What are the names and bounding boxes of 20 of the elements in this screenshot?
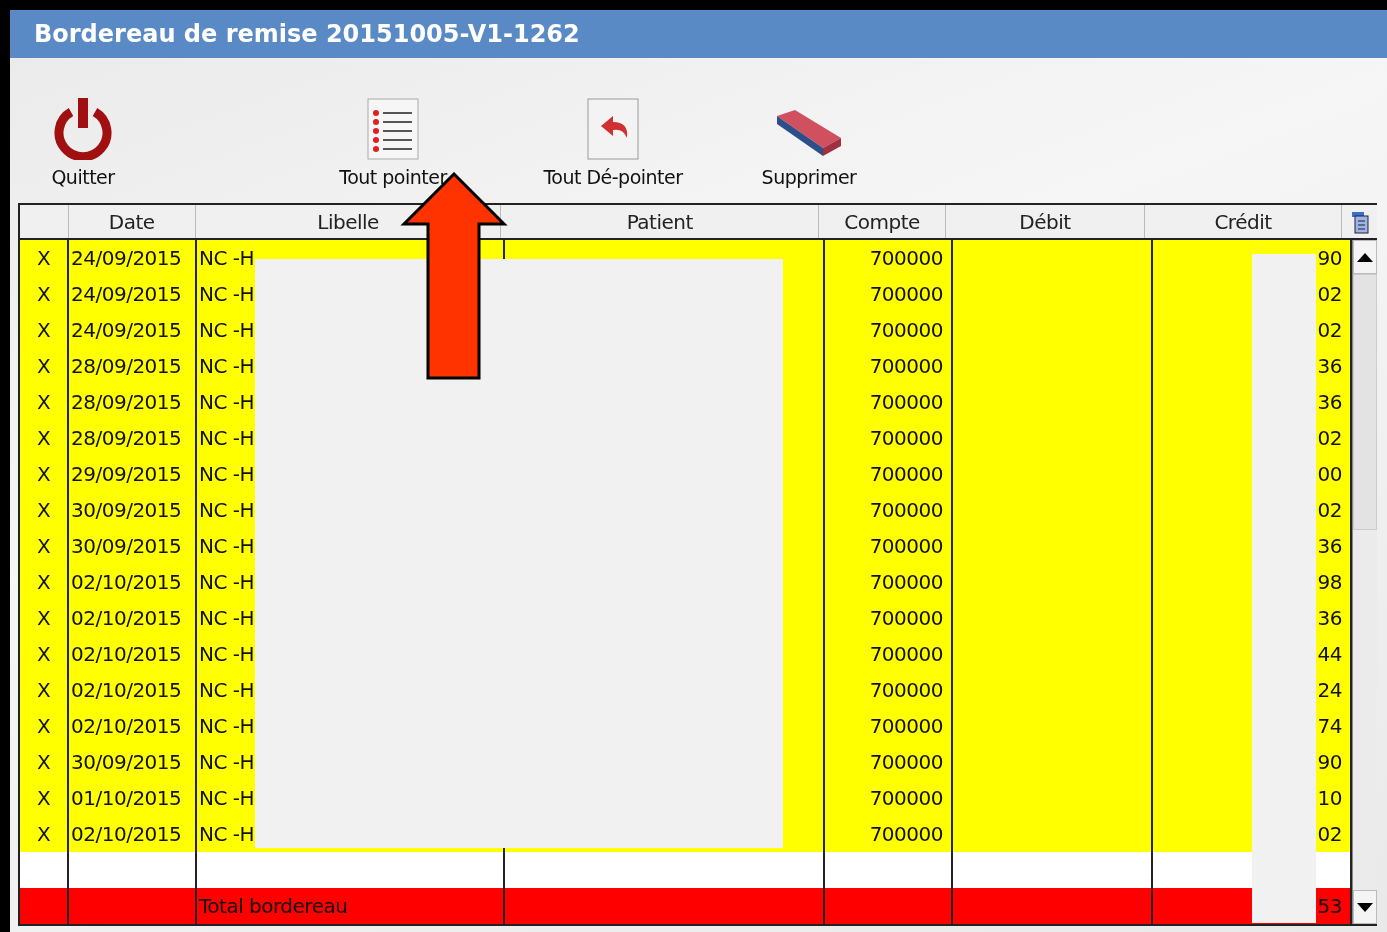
column-header: Débit <box>946 205 1145 238</box>
scroll-down-button[interactable] <box>1353 890 1377 924</box>
table-cell: Total bordereau <box>197 888 505 924</box>
toolbar-button[interactable]: Supprimer <box>754 80 864 188</box>
undo-icon <box>587 98 639 160</box>
scrollbar[interactable] <box>1352 240 1377 924</box>
power-icon <box>51 98 115 160</box>
column-chooser-icon <box>1349 209 1370 234</box>
toolbar-button[interactable]: Tout Dé-pointer <box>528 80 698 188</box>
toolbar-button[interactable]: Tout pointer <box>328 80 458 188</box>
column-header: Crédit <box>1144 205 1343 238</box>
down-arrow-icon <box>1357 902 1373 912</box>
column-header: Date <box>68 205 196 238</box>
scroll-up-button[interactable] <box>1353 240 1377 274</box>
up-arrow-icon <box>1357 252 1373 262</box>
list-icon <box>367 98 419 160</box>
column-header: Compte <box>819 205 947 238</box>
toolbar-button[interactable]: Quitter <box>46 80 120 188</box>
window-title: Bordereau de remise 20151005-V1-1262 <box>34 20 580 48</box>
scroll-thumb[interactable] <box>1353 274 1377 530</box>
